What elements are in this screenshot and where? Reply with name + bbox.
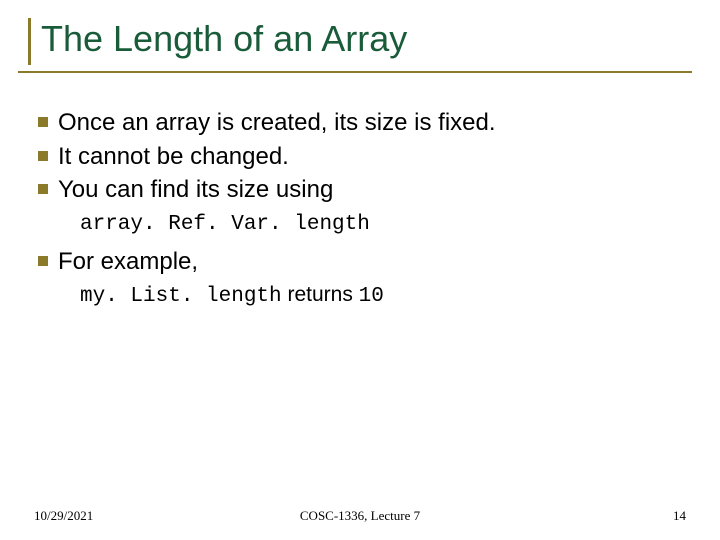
slide: The Length of an Array Once an array is …: [0, 0, 720, 540]
content-area: Once an array is created, its size is fi…: [28, 73, 692, 308]
bullet-item: Once an array is created, its size is fi…: [38, 107, 682, 138]
example-line: my. List. length returns 10: [80, 283, 682, 308]
title-container: The Length of an Array: [28, 18, 692, 65]
example-value: 10: [359, 285, 384, 308]
bullet-text: It cannot be changed.: [58, 141, 289, 172]
square-bullet-icon: [38, 256, 48, 266]
bullet-text: Once an array is created, its size is fi…: [58, 107, 496, 138]
footer-date: 10/29/2021: [34, 508, 93, 524]
bullet-item: It cannot be changed.: [38, 141, 682, 172]
bullet-item: You can find its size using: [38, 174, 682, 205]
bullet-text: For example,: [58, 246, 198, 277]
footer-course: COSC-1336, Lecture 7: [300, 508, 420, 524]
square-bullet-icon: [38, 184, 48, 194]
square-bullet-icon: [38, 151, 48, 161]
square-bullet-icon: [38, 117, 48, 127]
footer: 10/29/2021 COSC-1336, Lecture 7 14: [0, 508, 720, 524]
footer-page: 14: [673, 508, 686, 524]
example-code: my. List. length: [80, 285, 282, 308]
slide-title: The Length of an Array: [41, 18, 692, 65]
example-mid: returns: [282, 283, 359, 306]
bullet-text: You can find its size using: [58, 174, 333, 205]
code-syntax: array. Ref. Var. length: [80, 213, 682, 236]
bullet-item: For example,: [38, 246, 682, 277]
